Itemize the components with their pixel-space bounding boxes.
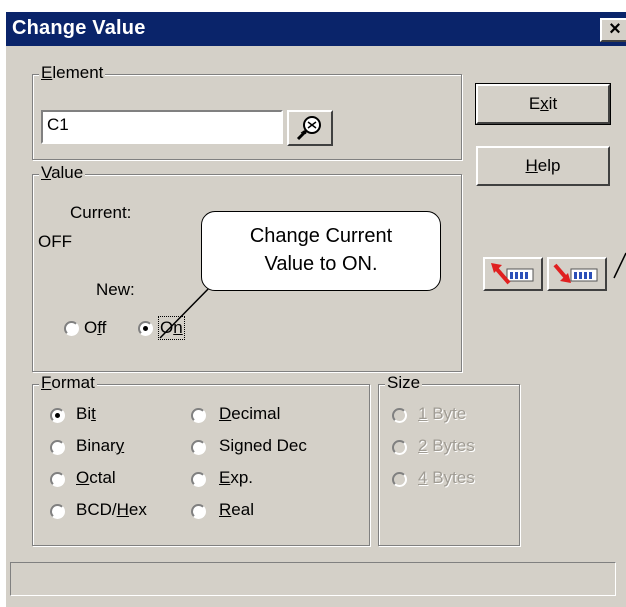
current-label: Current: xyxy=(70,203,132,222)
size-1-byte-label[interactable]: 1 Byte xyxy=(418,404,466,424)
value-group-label: Value xyxy=(39,163,86,183)
callout-line-1: Change Current xyxy=(249,225,393,247)
element-group-label: Element xyxy=(39,63,106,83)
exit-button[interactable]: Exit xyxy=(475,83,611,125)
title-bar[interactable]: Change Value × xyxy=(6,12,626,46)
element-input[interactable]: C1 xyxy=(41,110,283,144)
on-radio[interactable] xyxy=(138,321,153,336)
exp-radio[interactable] xyxy=(191,472,206,487)
read-from-plc-button[interactable] xyxy=(483,257,543,291)
read-from-plc-icon xyxy=(491,263,534,285)
help-button[interactable]: Help xyxy=(476,146,610,186)
new-label: New: xyxy=(96,280,135,299)
size-4-bytes-label[interactable]: 4 Bytes xyxy=(418,468,475,488)
real-radio[interactable] xyxy=(191,504,206,519)
callout-line-2: Value to ON. xyxy=(264,253,378,275)
callout-box: Change Current Value to ON. xyxy=(201,211,441,291)
decimal-label[interactable]: Decimal xyxy=(219,404,280,424)
size-2-bytes-radio[interactable] xyxy=(392,440,407,455)
size-1-byte-radio[interactable] xyxy=(392,408,407,423)
size-2-bytes-label[interactable]: 2 Bytes xyxy=(418,436,475,456)
element-lookup-button[interactable] xyxy=(287,110,333,146)
size-group-label: Size xyxy=(385,373,423,393)
magnifier-icon xyxy=(296,116,321,141)
status-bar xyxy=(10,562,616,596)
bit-label[interactable]: Bit xyxy=(76,404,96,424)
binary-radio[interactable] xyxy=(50,440,65,455)
signed-dec-radio[interactable] xyxy=(191,440,206,455)
write-to-plc-icon xyxy=(553,263,598,283)
window-title: Change Value xyxy=(12,17,146,39)
bcd-hex-radio[interactable] xyxy=(50,504,65,519)
decimal-radio[interactable] xyxy=(191,408,206,423)
bit-radio[interactable] xyxy=(50,408,65,423)
signed-dec-label[interactable]: Signed Dec xyxy=(219,436,307,456)
off-radio[interactable] xyxy=(64,321,79,336)
write-to-plc-button[interactable] xyxy=(547,257,607,291)
binary-label[interactable]: Binary xyxy=(76,436,124,456)
size-4-bytes-radio[interactable] xyxy=(392,472,407,487)
current-value: OFF xyxy=(38,232,72,251)
off-radio-label[interactable]: Off xyxy=(84,318,106,338)
exp-label[interactable]: Exp. xyxy=(219,468,253,488)
octal-label[interactable]: Octal xyxy=(76,468,116,488)
real-label[interactable]: Real xyxy=(219,500,254,520)
octal-radio[interactable] xyxy=(50,472,65,487)
on-radio-label[interactable]: On xyxy=(158,316,185,340)
format-group-label: Format xyxy=(39,373,97,393)
close-button[interactable]: × xyxy=(600,18,626,42)
close-icon: × xyxy=(609,18,621,40)
bcd-hex-label[interactable]: BCD/Hex xyxy=(76,500,147,520)
